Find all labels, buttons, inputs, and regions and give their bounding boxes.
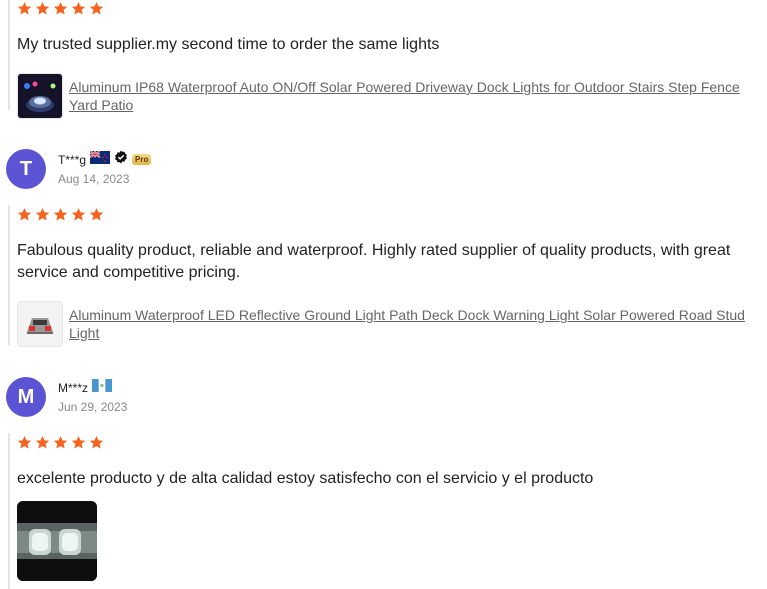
review-photo[interactable] xyxy=(17,501,97,581)
star-icon xyxy=(53,207,68,222)
review-left-border xyxy=(8,433,10,589)
star-icon xyxy=(17,1,32,16)
review-photo-lights xyxy=(17,501,97,581)
review-left-border xyxy=(8,205,10,345)
pro-badge: Pro xyxy=(132,154,152,165)
product-thumbnail[interactable] xyxy=(17,73,63,119)
star-icon xyxy=(89,1,104,16)
guatemala-flag-icon xyxy=(92,379,113,397)
star-icon xyxy=(71,435,86,450)
new-zealand-flag-icon xyxy=(89,149,111,169)
star-icon xyxy=(89,435,104,450)
review-date: Aug 14, 2023 xyxy=(58,172,130,186)
rating-stars xyxy=(17,435,104,450)
avatar: M xyxy=(6,377,46,417)
avatar: T xyxy=(6,149,46,189)
star-icon xyxy=(71,207,86,222)
star-icon xyxy=(35,1,50,16)
star-icon xyxy=(17,207,32,222)
review-date: Jun 29, 2023 xyxy=(58,400,128,414)
reviewer-name: M***z xyxy=(58,381,89,395)
product-title-link[interactable]: Aluminum Waterproof LED Reflective Groun… xyxy=(69,306,754,342)
reviewer-header: T***g Pro xyxy=(58,149,152,169)
review-text: Fabulous quality product, reliable and w… xyxy=(17,242,731,281)
star-icon xyxy=(17,435,32,450)
star-icon xyxy=(53,435,68,450)
reviewer-name: T***g xyxy=(58,152,87,167)
road-stud-light-image xyxy=(18,302,62,346)
product-title-link[interactable]: Aluminum IP68 Waterproof Auto ON/Off Sol… xyxy=(69,78,749,114)
reviewer-header: M***z xyxy=(58,379,113,397)
review-left-border xyxy=(8,0,10,110)
review-text: My trusted supplier.my second time to or… xyxy=(17,36,440,53)
rating-stars xyxy=(17,207,104,222)
star-icon xyxy=(53,1,68,16)
rating-stars xyxy=(17,1,104,16)
star-icon xyxy=(89,207,104,222)
star-icon xyxy=(35,207,50,222)
verified-check-icon xyxy=(114,150,128,169)
solar-dock-light-image xyxy=(18,74,62,118)
product-thumbnail[interactable] xyxy=(17,301,63,347)
star-icon xyxy=(71,1,86,16)
star-icon xyxy=(35,435,50,450)
review-text: excelente producto y de alta calidad est… xyxy=(17,470,594,487)
